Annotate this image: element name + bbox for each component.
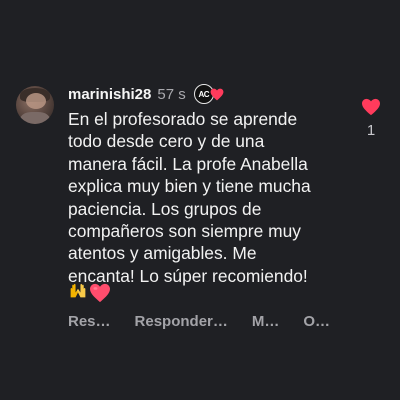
raised-hands-icon	[68, 281, 88, 305]
more-o-button[interactable]: O…	[303, 313, 330, 330]
emoji-row	[68, 282, 111, 304]
username[interactable]: marinishi28	[68, 86, 151, 103]
comment-actions: Res… Responder… M… O…	[68, 311, 330, 331]
reply-button[interactable]: Responder…	[135, 313, 228, 330]
comment-item: marinishi28 57 s AC En el profesorado se…	[0, 0, 400, 400]
avatar-face	[26, 93, 46, 109]
timestamp: 57 s	[157, 85, 186, 103]
heart-icon	[90, 283, 110, 303]
heart-icon	[362, 98, 380, 116]
heart-icon	[210, 88, 224, 100]
like-count: 1	[366, 122, 376, 139]
like-button[interactable]: 1	[359, 98, 383, 139]
author-reaction-badge[interactable]: AC	[193, 84, 224, 104]
reply-short-button[interactable]: Res…	[68, 313, 111, 330]
avatar-body	[20, 112, 50, 124]
comment-text: En el profesorado se aprende todo desde …	[68, 109, 311, 286]
user-avatar[interactable]	[16, 86, 54, 124]
more-m-button[interactable]: M…	[252, 313, 280, 330]
comment-header: marinishi28 57 s AC	[68, 84, 224, 104]
